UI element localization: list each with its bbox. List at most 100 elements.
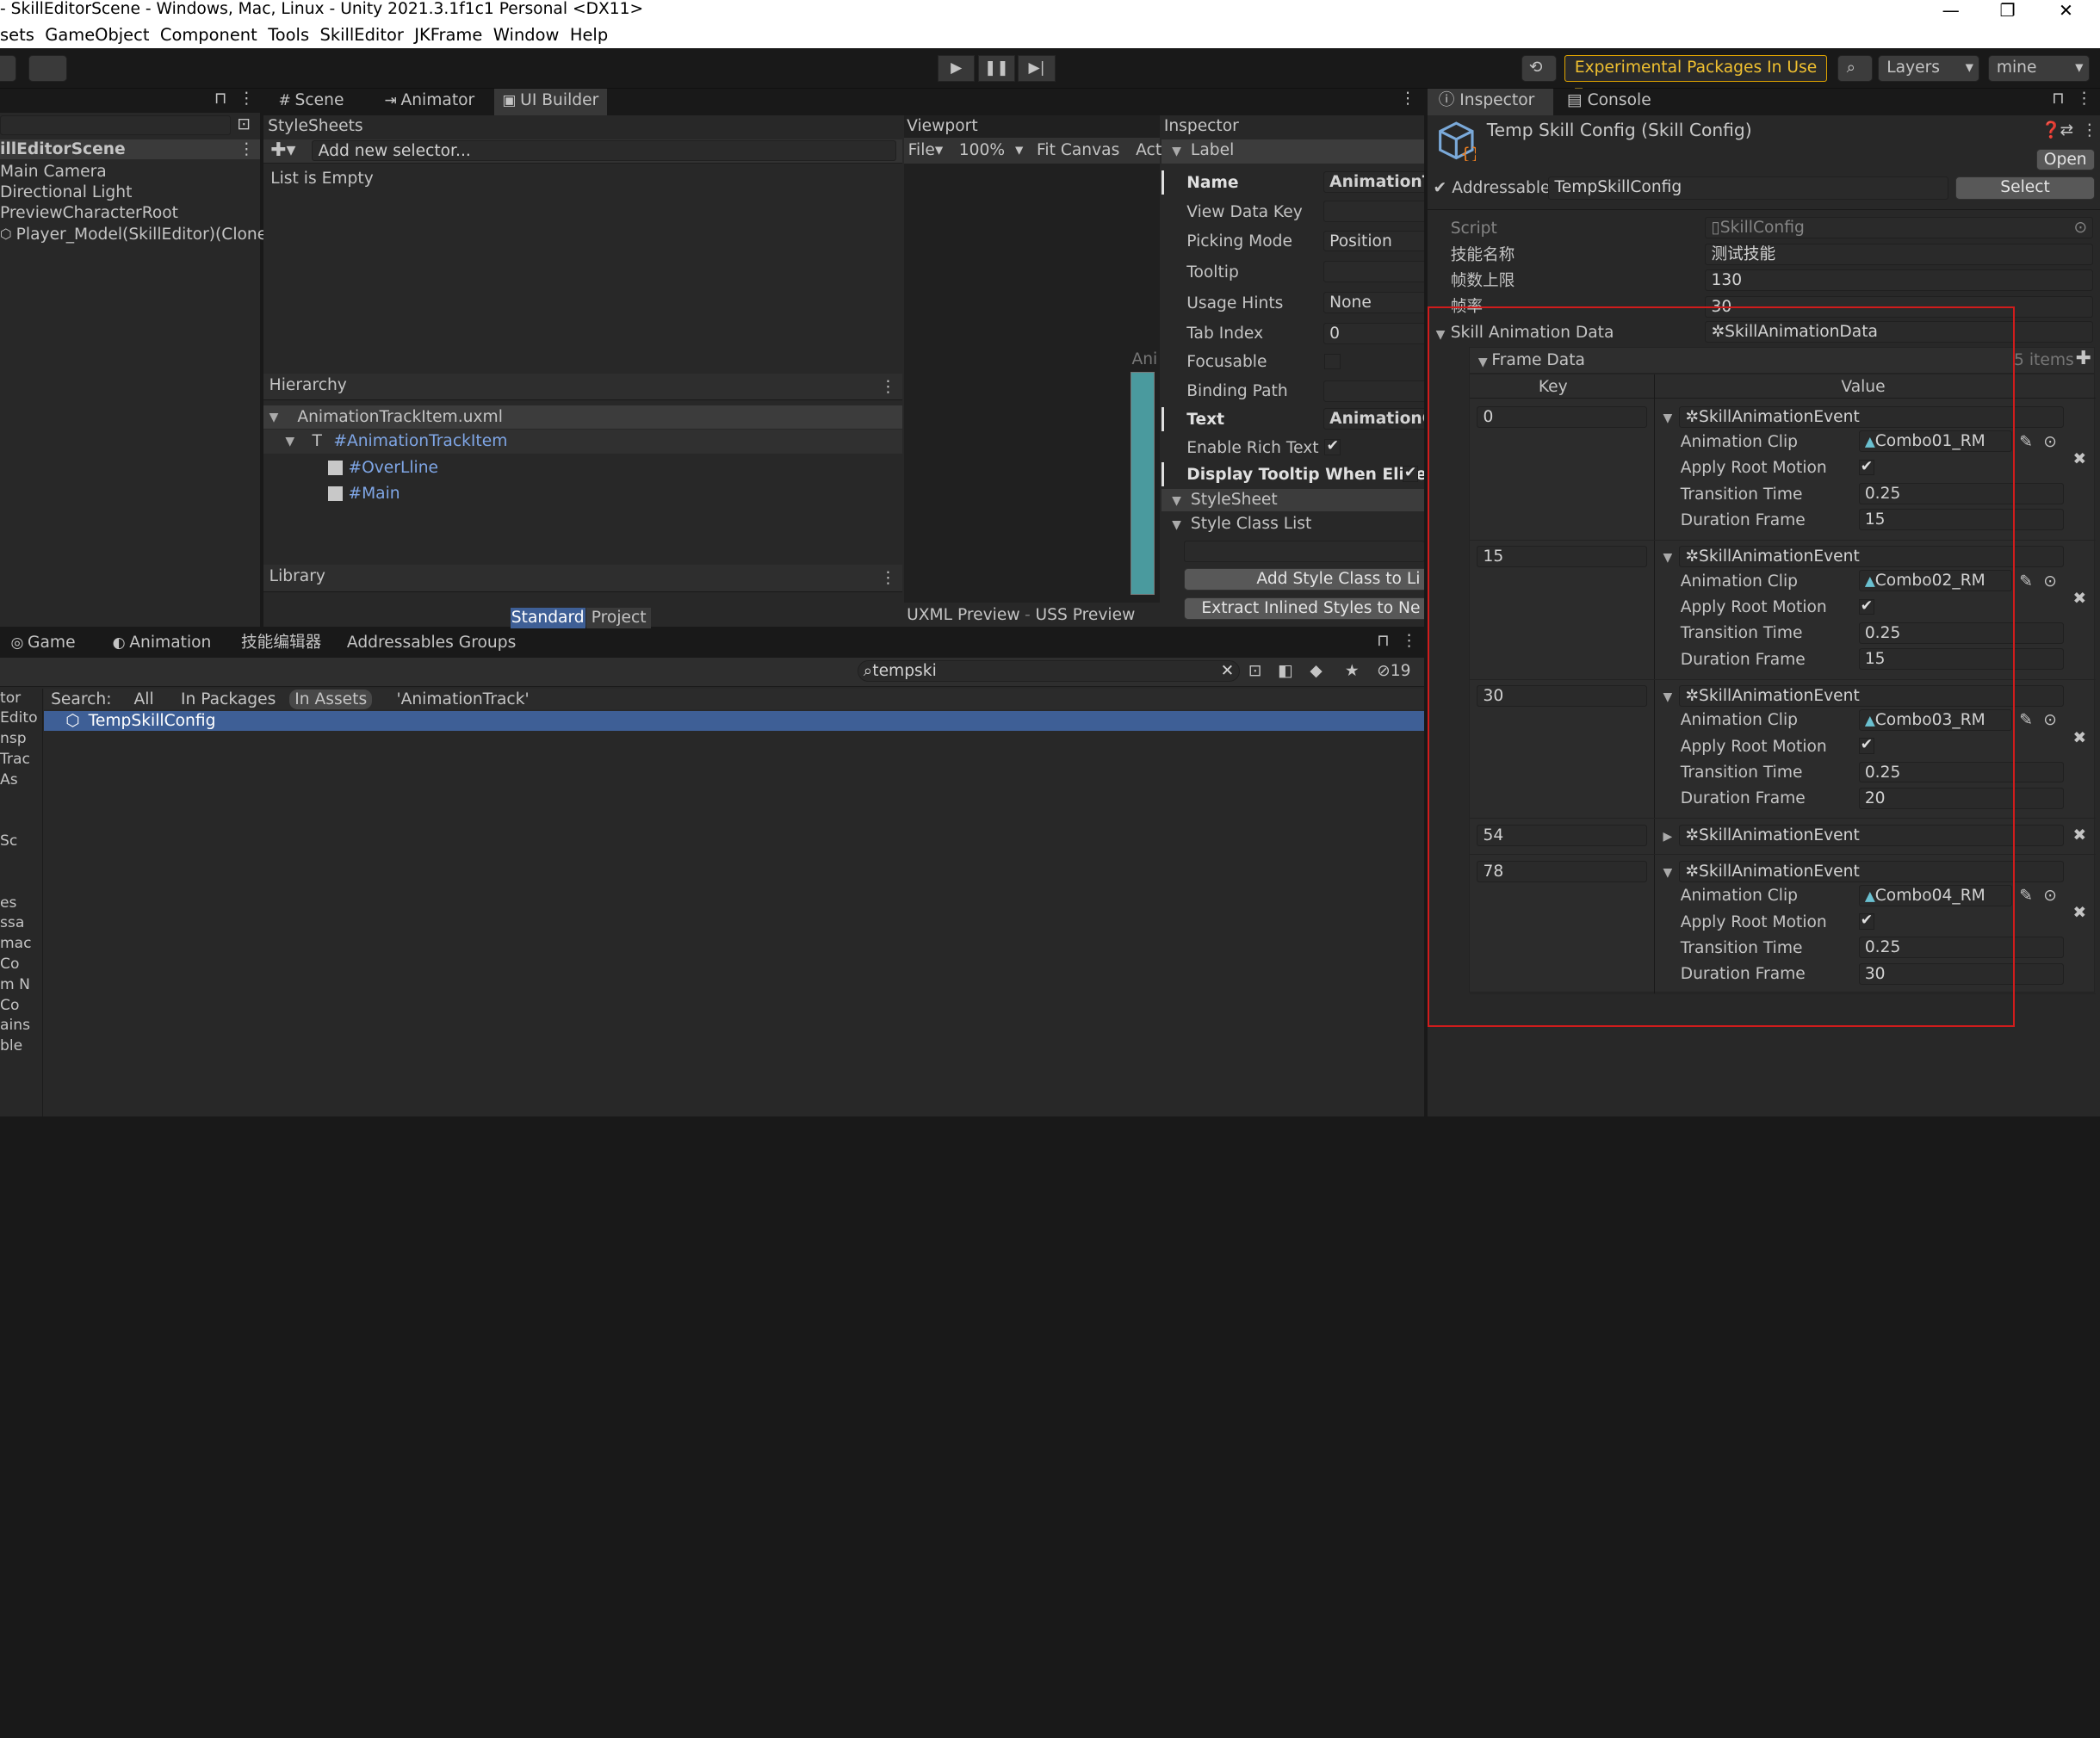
style-class-input[interactable] [1184, 541, 1424, 563]
lock-icon[interactable]: ⊓ [214, 90, 227, 108]
close-icon[interactable]: ✕ [2059, 0, 2073, 21]
apply-root-motion-checkbox[interactable]: ✔ [1858, 459, 1875, 476]
project-search-input[interactable]: ⌕tempski ✕ [857, 659, 1241, 682]
folder-tree-item[interactable]: nsp [0, 729, 27, 749]
folder-tree-item[interactable]: es [0, 894, 16, 913]
search-scope-filter[interactable]: In Assets [289, 690, 373, 710]
inspector-more-icon[interactable]: ⋮ [2076, 90, 2092, 108]
step-button[interactable]: ▶| [1018, 54, 1056, 82]
tab-console[interactable]: ▤ Console [1562, 89, 1651, 113]
uib-item-row[interactable]: #Main [263, 480, 902, 506]
filter-by-label-icon[interactable]: ◆ [1310, 661, 1322, 681]
folder-tree-item[interactable]: Edito [0, 708, 38, 728]
entry-foldout-icon[interactable]: ▼ [1663, 409, 1672, 429]
skill-animation-data-label[interactable]: Skill Animation Data [1451, 323, 1614, 343]
remove-item-icon[interactable]: ✖ [2073, 449, 2087, 469]
viewport-file-menu[interactable]: File▾ [908, 140, 944, 160]
add-item-icon[interactable]: ✚ [2076, 349, 2091, 368]
hidden-packages-icon[interactable]: ⊘19 [1377, 661, 1410, 681]
menu-item[interactable]: JKFrame [414, 22, 482, 48]
tab-scene[interactable]: # Scene [270, 89, 352, 115]
library-tab-project[interactable]: Project [586, 608, 651, 628]
menu-item[interactable]: SkillEditor [320, 22, 404, 48]
object-picker-icon[interactable]: ⊙ [2043, 572, 2057, 591]
entry-key-input[interactable]: 0 [1477, 406, 1647, 429]
bottom-tab[interactable]: 技能编辑器 [236, 631, 327, 658]
tab-ui-builder[interactable]: ▣ UI Builder [494, 88, 607, 115]
help-icon[interactable]: ❓ [2041, 121, 2061, 140]
apply-root-motion-checkbox[interactable]: ✔ [1858, 738, 1875, 754]
restore-icon[interactable]: ❐ [2000, 0, 2016, 21]
property-input[interactable]: 130 [1705, 269, 2094, 292]
uib-field-input[interactable]: 0 [1323, 322, 1424, 344]
tab-inspector[interactable]: ⓘ Inspector [1428, 88, 1554, 115]
addressable-address-input[interactable]: TempSkillConfig [1548, 176, 1949, 200]
extract-inlined-styles-button[interactable]: Extract Inlined Styles to Ne [1184, 597, 1424, 621]
search-by-type-icon[interactable]: ⊡ [1248, 661, 1262, 681]
hierarchy-options-icon[interactable]: ⊡ [237, 115, 251, 133]
remove-item-icon[interactable]: ✖ [2073, 589, 2087, 609]
scene-more-icon[interactable]: ⋮ [238, 139, 255, 159]
menu-item[interactable]: sets [0, 22, 34, 48]
uib-field-input[interactable] [1323, 201, 1424, 223]
folder-tree-item[interactable]: ains [0, 1016, 30, 1036]
clear-search-icon[interactable]: ✕ [1221, 661, 1235, 681]
duration-frame-input[interactable]: 30 [1858, 962, 2064, 985]
uib-hierarchy-more-icon[interactable]: ⋮ [880, 375, 896, 399]
object-picker-icon[interactable]: ⊙ [2043, 886, 2057, 906]
search-scope-filter[interactable]: In Packages [176, 690, 282, 709]
property-input[interactable]: 30 [1705, 295, 2094, 318]
uib-item-row[interactable]: #OverLline [263, 455, 902, 481]
frame-data-header[interactable]: ▼ Frame Data 5 items ✚ [1469, 346, 2095, 374]
uib-field-input[interactable] [1323, 261, 1424, 283]
folder-tree-item[interactable]: Co [0, 955, 19, 974]
fit-canvas-button[interactable]: Fit Canvas [1037, 140, 1119, 160]
transition-time-input[interactable]: 0.25 [1858, 482, 2064, 504]
menu-item[interactable]: Component [160, 22, 257, 48]
zoom-dropdown[interactable]: 100% ▾ [959, 140, 1024, 160]
inspector-lock-icon[interactable]: ⊓ [2052, 90, 2065, 108]
hierarchy-item[interactable]: Directional Light [0, 182, 260, 202]
uib-item-row[interactable]: ▼ T #AnimationTrackItem [263, 430, 903, 455]
folder-tree-item[interactable]: mac [0, 934, 32, 954]
add-style-class-button[interactable]: Add Style Class to Li [1184, 567, 1424, 591]
menu-item[interactable]: GameObject [45, 22, 149, 48]
filter-by-type-icon[interactable]: ◧ [1278, 661, 1293, 681]
style-class-list-header[interactable]: ▼ Style Class List [1162, 513, 1424, 535]
uxml-file-row[interactable]: ▼ AnimationTrackItem.uxml [263, 405, 903, 429]
add-selector-input[interactable]: Add new selector... [312, 140, 896, 161]
menu-item[interactable]: Help [570, 22, 608, 48]
edit-pencil-icon[interactable]: ✎ [2019, 432, 2033, 452]
account-button[interactable] [0, 54, 16, 82]
uib-field-input[interactable]: Position [1323, 230, 1424, 252]
uib-field-input[interactable]: AnimationTr [1323, 171, 1424, 193]
uxml-preview-tab[interactable]: UXML Preview [907, 605, 1019, 625]
folder-tree-item[interactable]: ble [0, 1036, 22, 1056]
hierarchy-item[interactable]: PreviewCharacterRoot [0, 203, 260, 223]
object-picker-icon[interactable]: ⊙ [2043, 710, 2057, 730]
uib-field-input[interactable]: AnimationCl [1323, 408, 1424, 430]
experimental-packages-dropdown[interactable]: Experimental Packages In Use ▾ [1564, 54, 1827, 101]
center-more-icon[interactable]: ⋮ [1400, 90, 1416, 108]
pause-button[interactable]: ❚❚ [977, 54, 1016, 82]
tab-animator[interactable]: ⇥ Animator [376, 89, 482, 115]
edit-pencil-icon[interactable]: ✎ [2019, 572, 2033, 591]
folder-tree-item[interactable]: tor [0, 689, 21, 708]
folder-tree-item[interactable]: ssa [0, 913, 24, 933]
property-input[interactable]: 测试技能 [1705, 244, 2094, 265]
object-picker-icon[interactable]: ⊙ [2043, 432, 2057, 452]
uib-field-input[interactable] [1323, 380, 1424, 402]
entry-foldout-icon[interactable]: ▼ [1663, 688, 1672, 708]
remove-item-icon[interactable]: ✖ [2073, 728, 2087, 748]
cloud-button[interactable] [28, 54, 67, 82]
entry-key-input[interactable]: 78 [1477, 860, 1647, 882]
minimize-icon[interactable]: — [1942, 0, 1960, 21]
favorites-icon[interactable]: ★ [1345, 661, 1360, 681]
layout-dropdown[interactable]: mine ▾ [1987, 54, 2090, 82]
folder-tree-item[interactable]: Co [0, 996, 19, 1016]
animation-clip-field[interactable]: ▲Combo04_RM [1858, 884, 2013, 906]
transition-time-input[interactable]: 0.25 [1858, 622, 2064, 644]
remove-item-icon[interactable]: ✖ [2073, 826, 2087, 845]
animation-clip-field[interactable]: ▲Combo01_RM [1858, 430, 2013, 453]
search-scope-filter[interactable]: 'AnimationTrack' [391, 690, 535, 709]
